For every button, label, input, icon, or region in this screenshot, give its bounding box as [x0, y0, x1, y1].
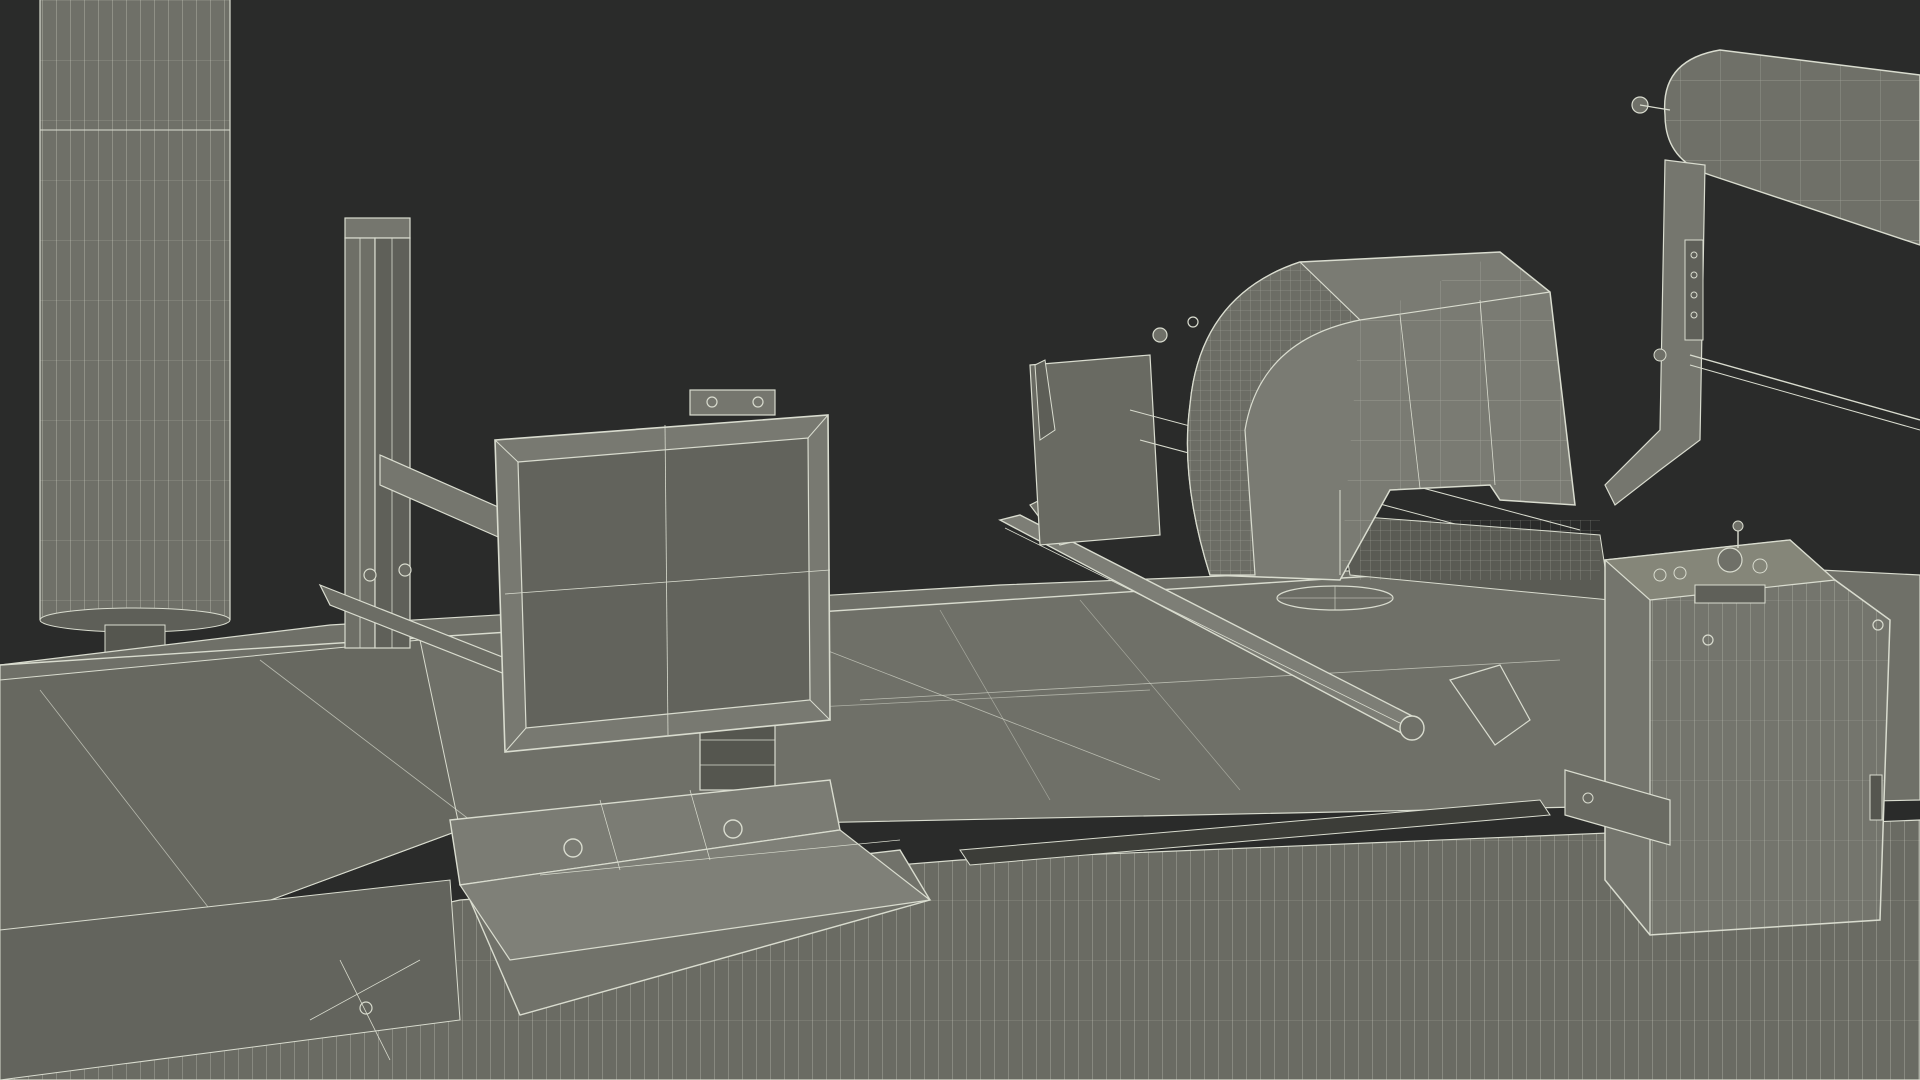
- display-panel: [494, 414, 831, 753]
- wireframe-render: [0, 0, 1920, 1080]
- render-viewport: [0, 0, 1920, 1080]
- vertical-cylinder-column: [39, 0, 231, 661]
